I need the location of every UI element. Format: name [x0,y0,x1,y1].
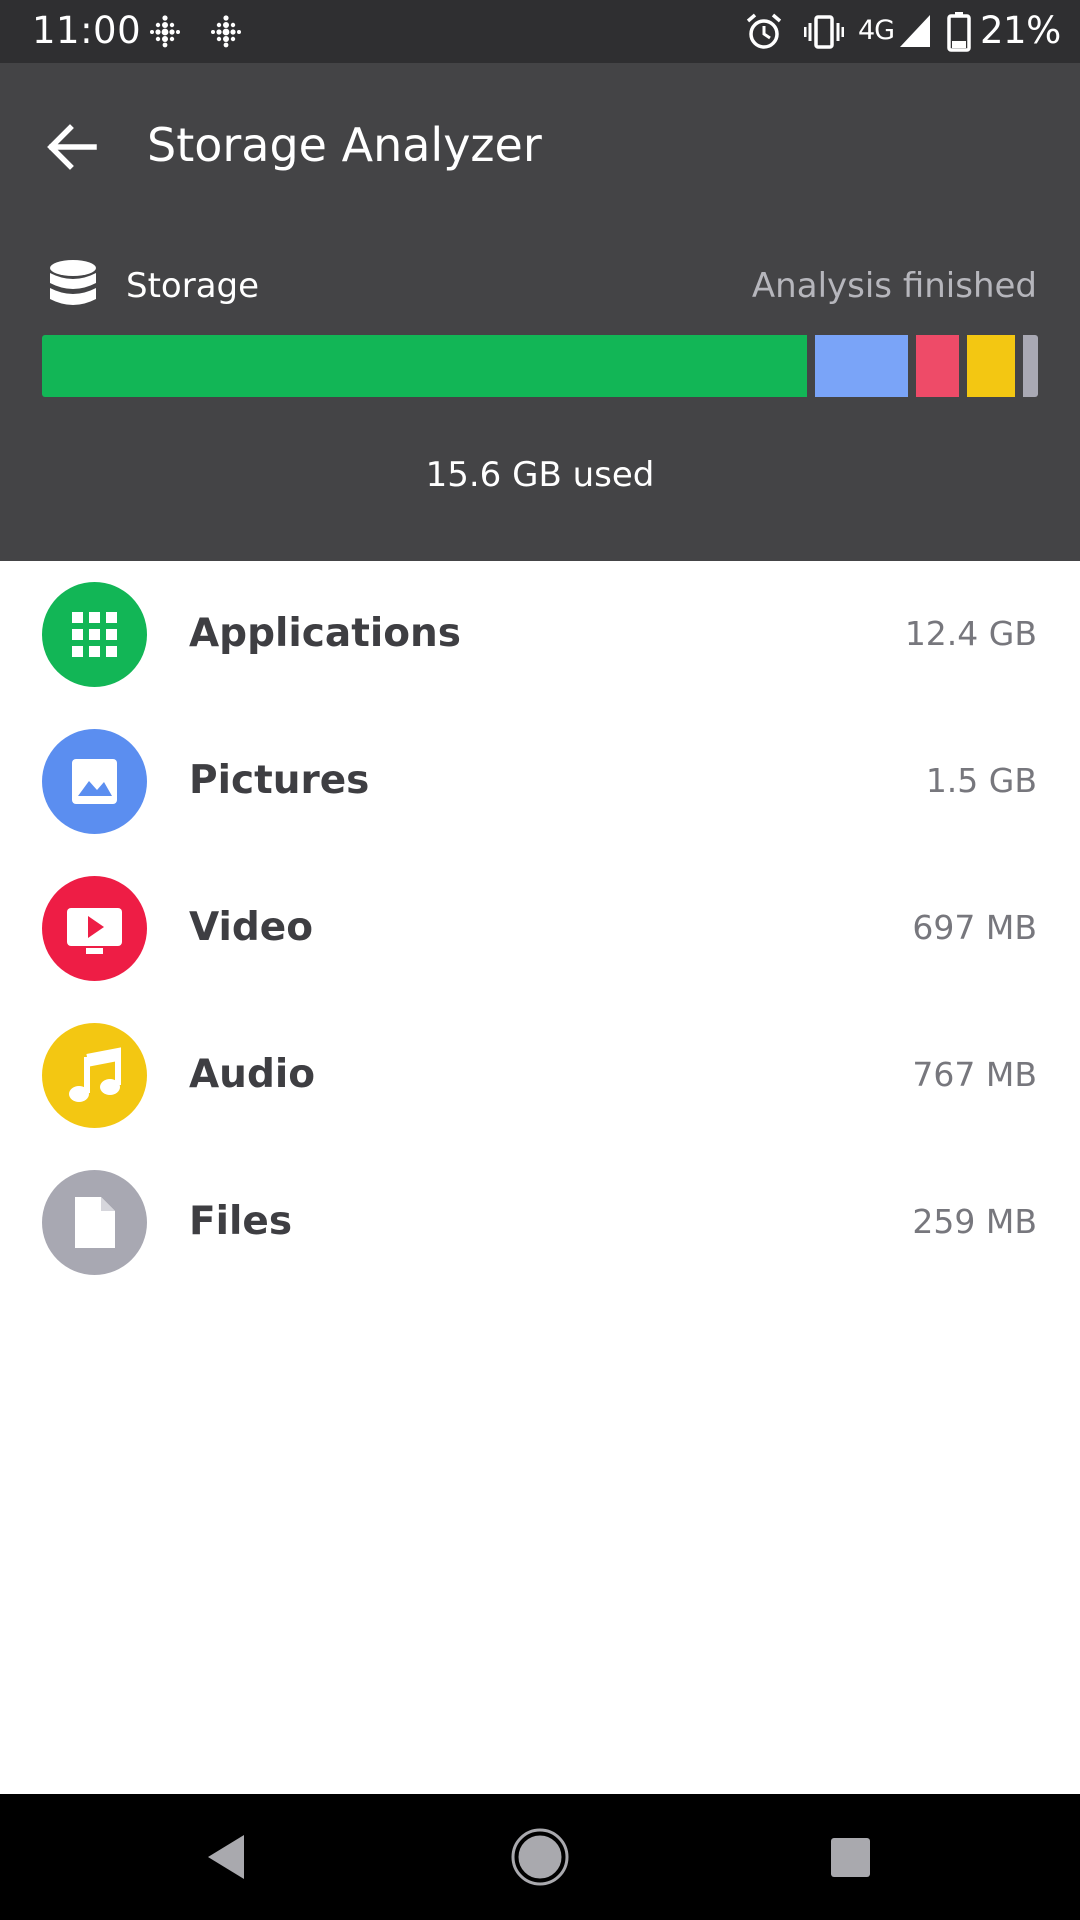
category-list: Applications 12.4 GB Pictures 1.5 GB Vid… [0,561,1080,1296]
category-size: 12.4 GB [904,614,1037,653]
database-icon [50,260,96,305]
usage-segment-video [916,335,959,397]
vibrate-icon [804,15,844,49]
status-bar: 11:00 4G 21% [0,0,1080,63]
category-name: Audio [189,1052,316,1097]
storage-usage-bar [42,335,1038,397]
battery-percent: 21% [980,9,1061,52]
music-note-icon [42,1023,147,1128]
category-name: Video [189,905,314,950]
category-row-video[interactable]: Video 697 MB [0,855,1080,1002]
app-bar: Storage Analyzer Storage Analysis finish… [0,63,1080,561]
category-row-audio[interactable]: Audio 767 MB [0,1002,1080,1149]
category-row-files[interactable]: Files 259 MB [0,1149,1080,1296]
system-nav-bar [0,1794,1080,1920]
status-time: 11:00 [32,9,142,52]
used-space-label: 15.6 GB used [425,455,655,495]
network-type: 4G [858,15,895,46]
category-size: 259 MB [912,1202,1037,1241]
back-button[interactable] [36,111,108,183]
alarm-icon [746,13,782,49]
usage-segment-files [1023,335,1038,397]
analysis-status: Analysis finished [751,266,1037,306]
category-size: 697 MB [912,908,1037,947]
category-row-applications[interactable]: Applications 12.4 GB [0,561,1080,708]
category-row-pictures[interactable]: Pictures 1.5 GB [0,708,1080,855]
usage-segment-applications [42,335,807,397]
fitbit-icon [150,15,180,48]
fitbit-icon [211,15,241,48]
battery-icon [947,12,971,52]
category-size: 1.5 GB [925,761,1037,800]
image-icon [42,729,147,834]
category-name: Applications [189,611,461,656]
video-play-icon [42,876,147,981]
home-circle-icon[interactable] [505,1822,575,1892]
file-icon [42,1170,147,1275]
back-triangle-icon[interactable] [192,1822,262,1892]
usage-segment-audio [967,335,1015,397]
page-title: Storage Analyzer [147,118,542,172]
recents-square-icon[interactable] [815,1822,885,1892]
storage-label: Storage [126,266,260,306]
signal-icon [900,15,930,47]
category-size: 767 MB [912,1055,1037,1094]
usage-segment-pictures [815,335,908,397]
category-name: Files [189,1199,293,1244]
category-name: Pictures [189,758,370,803]
apps-grid-icon [42,582,147,687]
